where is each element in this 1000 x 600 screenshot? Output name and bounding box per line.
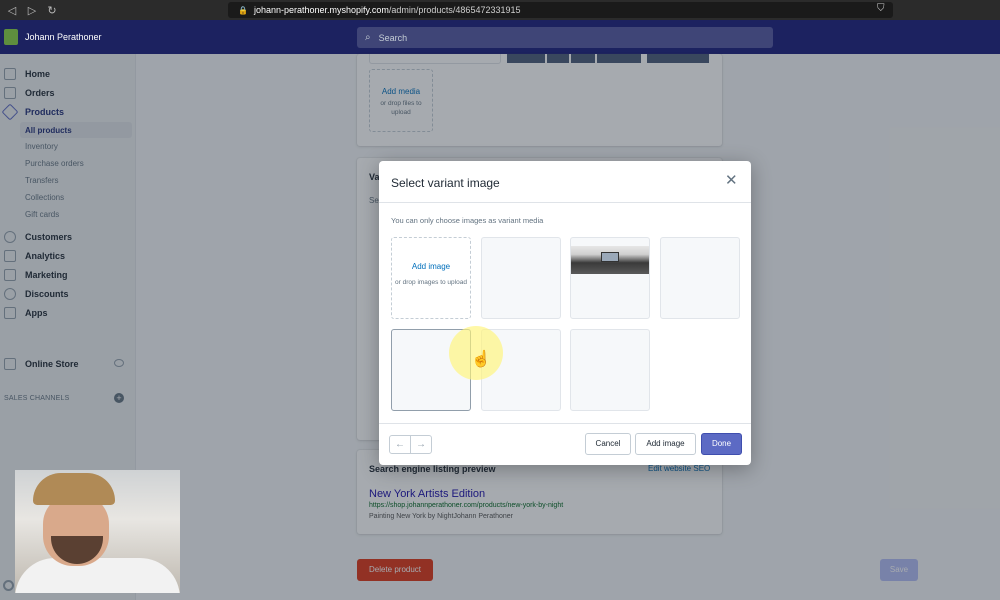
webcam-shirt [15,558,180,593]
done-button[interactable]: Done [701,433,742,455]
image-slot[interactable] [660,237,740,319]
modal-title: Select variant image [391,176,500,190]
photo-window-detail [601,252,619,262]
lock-icon: 🔒 [238,5,248,15]
dropzone-hint: or drop images to upload [395,279,467,286]
image-slot[interactable] [481,237,561,319]
modal-note: You can only choose images as variant me… [391,216,544,225]
back-icon[interactable]: ◁ [4,4,20,17]
reload-icon[interactable]: ↻ [44,4,60,17]
webcam-cap [33,473,115,505]
add-image-dropzone[interactable]: Add image or drop images to upload [391,237,471,319]
admin-topbar: Johann Perathoner ⌕ Search [0,20,1000,54]
next-arrow-icon[interactable]: → [410,435,432,454]
shopify-logo-icon[interactable] [4,29,18,45]
dropzone-add-image-label: Add image [411,262,451,271]
cancel-button[interactable]: Cancel [585,433,631,455]
previous-arrow-icon[interactable]: ← [389,435,411,454]
forward-icon[interactable]: ▷ [24,4,40,17]
room-photo-thumbnail [571,246,649,274]
search-input[interactable]: ⌕ Search [357,27,773,48]
store-name[interactable]: Johann Perathoner [25,32,102,42]
hand-cursor-icon: ☝ [471,351,491,368]
search-icon: ⌕ [365,32,371,43]
webcam-overlay [15,470,180,593]
add-image-button[interactable]: Add image [635,433,696,455]
modal-header-divider [379,202,751,203]
shield-icon[interactable]: ⛉ [877,3,889,16]
image-slot[interactable] [570,329,650,411]
modal-footer-divider [379,423,751,424]
close-icon[interactable]: ✕ [725,173,738,189]
image-slot[interactable] [570,237,650,319]
select-variant-image-modal: Select variant image ✕ You can only choo… [379,161,751,465]
url-domain: johann-perathoner.myshopify.com [253,5,389,15]
url-path: /admin/products/4865472331915 [388,5,521,15]
search-placeholder: Search [378,32,408,43]
address-bar[interactable]: 🔒 johann-perathoner.myshopify.com/admin/… [228,2,893,18]
